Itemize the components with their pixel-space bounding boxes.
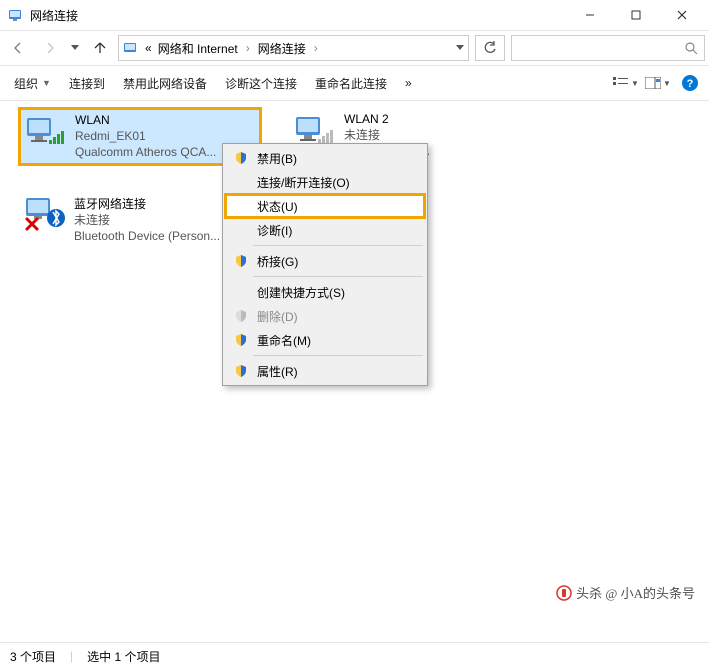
status-bar: 3 个项目 | 选中 1 个项目	[0, 642, 709, 669]
adapter-status: 未连接	[344, 127, 430, 143]
menu-diagnose[interactable]: 诊断(I)	[225, 218, 425, 242]
menu-separator	[253, 355, 423, 356]
disable-device-button[interactable]: 禁用此网络设备	[115, 71, 215, 96]
chevron-right-icon[interactable]: ›	[246, 41, 250, 55]
address-dropdown-icon[interactable]	[456, 45, 464, 51]
menu-connect-disconnect[interactable]: 连接/断开连接(O)	[225, 170, 425, 194]
breadcrumb-prefix: «	[145, 41, 152, 55]
search-input[interactable]	[511, 35, 705, 61]
shield-icon	[231, 364, 251, 378]
command-bar: 组织▼ 连接到 禁用此网络设备 诊断这个连接 重命名此连接 » ▼ ▼ ?	[0, 65, 709, 101]
help-button[interactable]: ?	[677, 70, 703, 96]
network-connections-window: 网络连接 « 网络和 Internet › 网络连接 › 组织▼	[0, 0, 709, 669]
menu-status[interactable]: 状态(U)	[225, 194, 425, 218]
adapter-status: 未连接	[74, 212, 220, 228]
adapter-name: 蓝牙网络连接	[74, 196, 220, 212]
shield-icon	[231, 333, 251, 347]
overflow-button[interactable]: »	[397, 72, 420, 94]
watermark-icon	[556, 585, 572, 601]
preview-pane-button[interactable]: ▼	[645, 70, 671, 96]
view-small-icons-button[interactable]: ▼	[613, 70, 639, 96]
selection-count: 选中 1 个项目	[87, 648, 160, 665]
network-adapter-icon	[25, 112, 67, 148]
menu-disable[interactable]: 禁用(B)	[225, 146, 425, 170]
adapter-name: WLAN 2	[344, 111, 430, 127]
refresh-button[interactable]	[475, 35, 505, 61]
titlebar: 网络连接	[0, 0, 709, 31]
svg-text:?: ?	[687, 78, 694, 90]
shield-icon	[231, 254, 251, 268]
address-bar: « 网络和 Internet › 网络连接 ›	[0, 31, 709, 65]
breadcrumb-current[interactable]: 网络连接	[258, 40, 306, 57]
search-icon	[684, 41, 698, 55]
minimize-button[interactable]	[567, 0, 613, 30]
forward-button[interactable]	[36, 34, 64, 62]
item-count: 3 个项目	[10, 648, 56, 665]
menu-separator	[253, 245, 423, 246]
menu-rename[interactable]: 重命名(M)	[225, 328, 425, 352]
shield-icon	[231, 151, 251, 165]
back-button[interactable]	[4, 34, 32, 62]
adapter-status: Redmi_EK01	[75, 128, 216, 144]
adapter-device: Qualcomm Atheros QCA...	[75, 144, 216, 160]
app-icon	[8, 7, 24, 23]
content-pane[interactable]: WLAN Redmi_EK01 Qualcomm Atheros QCA... …	[0, 101, 709, 636]
up-button[interactable]	[86, 34, 114, 62]
watermark: 头杀 @ 小A的头条号	[556, 583, 695, 602]
menu-create-shortcut[interactable]: 创建快捷方式(S)	[225, 280, 425, 304]
rename-button[interactable]: 重命名此连接	[307, 71, 395, 96]
menu-delete: 删除(D)	[225, 304, 425, 328]
chevron-right-icon[interactable]: ›	[314, 41, 318, 55]
breadcrumb-parent[interactable]: 网络和 Internet	[158, 40, 238, 57]
diagnose-button[interactable]: 诊断这个连接	[217, 71, 305, 96]
location-icon	[123, 40, 139, 56]
adapter-device: Bluetooth Device (Person...	[74, 228, 220, 244]
breadcrumb-bar[interactable]: « 网络和 Internet › 网络连接 ›	[118, 35, 469, 61]
context-menu: 禁用(B) 连接/断开连接(O) 状态(U) 诊断(I) 桥接(G) 创建快捷方…	[222, 143, 428, 386]
close-button[interactable]	[659, 0, 705, 30]
window-title: 网络连接	[30, 7, 78, 24]
adapter-name: WLAN	[75, 112, 216, 128]
shield-icon	[231, 309, 251, 323]
history-dropdown[interactable]	[68, 45, 82, 51]
bluetooth-adapter-icon	[24, 196, 66, 232]
menu-properties[interactable]: 属性(R)	[225, 359, 425, 383]
menu-bridge[interactable]: 桥接(G)	[225, 249, 425, 273]
organize-menu[interactable]: 组织▼	[6, 71, 59, 96]
menu-separator	[253, 276, 423, 277]
connect-to-button[interactable]: 连接到	[61, 71, 113, 96]
maximize-button[interactable]	[613, 0, 659, 30]
network-adapter-icon	[294, 111, 336, 147]
